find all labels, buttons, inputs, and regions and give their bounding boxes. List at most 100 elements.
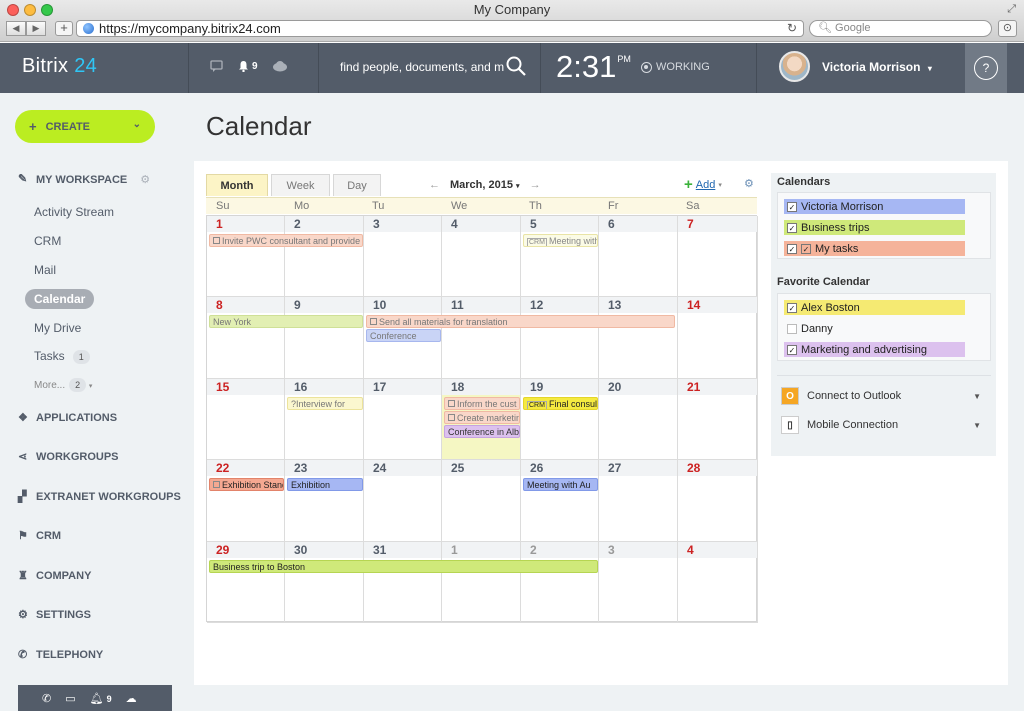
chat-icon[interactable]: ▭ — [65, 692, 75, 705]
calendar-event[interactable]: Exhibition Stand — [209, 478, 284, 491]
day-cell[interactable]: 16 — [285, 379, 364, 460]
fullscreen-icon[interactable]: ⤢ — [1007, 3, 1016, 16]
day-cell[interactable]: 31 — [364, 542, 442, 623]
day-cell[interactable]: 15 — [207, 379, 285, 460]
day-cell[interactable]: 3 — [599, 542, 678, 623]
day-cell[interactable]: 1 — [442, 542, 521, 623]
prev-month-arrow[interactable]: ← — [429, 179, 440, 191]
checkbox[interactable]: ✓ — [787, 201, 797, 212]
search-icon[interactable] — [505, 55, 527, 77]
day-cell[interactable]: 7 — [678, 216, 758, 297]
day-cell[interactable]: 22 — [207, 460, 285, 542]
work-status[interactable]: WORKING — [641, 61, 710, 73]
day-cell[interactable]: 14 — [678, 297, 758, 379]
sidebar-item-activity-stream[interactable]: Activity Stream — [34, 205, 114, 219]
day-cell[interactable]: 2 — [521, 542, 599, 623]
day-cell[interactable]: 11 — [442, 297, 521, 379]
connect-outlook-button[interactable]: O Connect to Outlook ▼ — [781, 387, 981, 405]
new-tab-button[interactable]: + — [55, 21, 73, 36]
day-cell[interactable]: 20 — [599, 379, 678, 460]
sidebar-section-workgroups[interactable]: ⋖ WORKGROUPS — [18, 451, 119, 463]
sidebar-section-settings[interactable]: ⚙ SETTINGS — [18, 609, 91, 621]
back-button[interactable]: ◀ — [6, 21, 26, 36]
day-cell[interactable]: 4 — [442, 216, 521, 297]
day-cell[interactable]: 9 — [285, 297, 364, 379]
favorite-item-alex-boston[interactable]: ✓ Alex Boston — [784, 300, 965, 315]
sidebar-section-extranet-workgroups[interactable]: ▞ EXTRANET WORKGROUPS — [18, 491, 181, 503]
calendar-event[interactable]: Meeting with Au — [523, 478, 598, 491]
sidebar-item-calendar[interactable]: Calendar — [25, 289, 95, 309]
sidebar-section-applications[interactable]: ❖ APPLICATIONS — [18, 412, 117, 424]
current-month[interactable]: March, 2015 ▾ — [450, 179, 520, 191]
day-cell[interactable]: 13 — [599, 297, 678, 379]
help-button[interactable]: ? — [965, 43, 1007, 93]
downloads-icon[interactable]: ⊙ — [998, 20, 1017, 37]
day-cell[interactable]: 27 — [599, 460, 678, 542]
cloud-icon[interactable]: ☁ — [126, 692, 137, 705]
day-cell[interactable]: 19 — [521, 379, 599, 460]
tab-day[interactable]: Day — [333, 174, 381, 196]
add-event-button[interactable]: + Add ▾ — [684, 176, 722, 193]
sidebar-section-crm[interactable]: ⚑ CRM — [18, 530, 61, 542]
phone-icon[interactable]: ✆ — [42, 692, 51, 705]
calendar-event[interactable]: Conference — [366, 329, 441, 342]
address-bar[interactable]: https://mycompany.bitrix24.com ↻ — [76, 20, 804, 37]
notifications-button[interactable]: 🔔︎ 9 — [90, 692, 112, 705]
calendar-item-business-trips[interactable]: ✓ Business trips — [784, 220, 965, 235]
mobile-connection-button[interactable]: ▯ Mobile Connection ▼ — [781, 416, 981, 434]
sidebar-item-my-drive[interactable]: My Drive — [34, 321, 81, 335]
calendar-event[interactable]: Exhibition — [287, 478, 363, 491]
clock[interactable]: 2:31PM — [556, 49, 631, 85]
sidebar-section-company[interactable]: ♜ COMPANY — [18, 570, 91, 582]
tab-week[interactable]: Week — [271, 174, 330, 196]
checkbox[interactable]: ✓ — [787, 344, 797, 355]
calendar-event[interactable]: Inform the cust — [444, 397, 520, 410]
day-cell[interactable]: 29 — [207, 542, 285, 623]
sidebar-item-mail[interactable]: Mail — [34, 263, 56, 277]
gear-icon[interactable]: ⚙ — [140, 173, 150, 186]
day-cell[interactable]: 24 — [364, 460, 442, 542]
sidebar-section-my-workspace[interactable]: ✎ MY WORKSPACE ⚙ — [18, 173, 150, 187]
favorite-item-danny[interactable]: Danny — [784, 321, 965, 336]
calendar-event[interactable]: Business trip to Boston — [209, 560, 598, 573]
favorite-item-marketing[interactable]: ✓ Marketing and advertising — [784, 342, 965, 357]
calendar-item-my-tasks[interactable]: ✓ ✓ My tasks — [784, 241, 965, 256]
next-month-arrow[interactable]: → — [530, 179, 541, 191]
calendar-event[interactable]: ?Interview for — [287, 397, 363, 410]
checkbox[interactable]: ✓ — [787, 222, 797, 233]
day-cell[interactable]: 3 — [364, 216, 442, 297]
forward-button[interactable]: ▶ — [26, 21, 46, 36]
calendar-event[interactable]: CRMFinal consultat — [523, 397, 598, 410]
cloud-icon[interactable] — [272, 60, 288, 72]
tab-month[interactable]: Month — [206, 174, 268, 196]
calendar-event[interactable]: Create marketin — [444, 411, 520, 424]
day-cell[interactable]: 4 — [678, 542, 758, 623]
day-cell[interactable]: 26 — [521, 460, 599, 542]
calendar-event[interactable]: Invite PWC consultant and provide — [209, 234, 363, 247]
messages-icon[interactable] — [210, 60, 224, 72]
create-button[interactable]: + CREATE ⌄ — [15, 110, 155, 143]
calendar-event[interactable]: CRMMeeting with J — [523, 234, 598, 247]
checkbox[interactable] — [787, 323, 797, 334]
day-cell[interactable]: 6 — [599, 216, 678, 297]
day-cell[interactable]: 2 — [285, 216, 364, 297]
logo[interactable]: Bitrix 24 — [22, 55, 97, 78]
calendar-event[interactable]: Send all materials for translation — [366, 315, 675, 328]
day-cell[interactable]: 12 — [521, 297, 599, 379]
day-cell[interactable]: 17 — [364, 379, 442, 460]
sidebar-item-more[interactable]: More... 2 ▾ — [34, 378, 92, 392]
reload-icon[interactable]: ↻ — [787, 21, 797, 36]
user-menu[interactable]: Victoria Morrison ▾ — [822, 60, 932, 74]
global-search-input[interactable]: find people, documents, and m — [340, 60, 504, 74]
day-cell[interactable]: 23 — [285, 460, 364, 542]
day-cell[interactable]: 30 — [285, 542, 364, 623]
calendar-event[interactable]: Conference in Alba — [444, 425, 520, 438]
avatar[interactable] — [779, 51, 810, 82]
day-cell[interactable]: 21 — [678, 379, 758, 460]
calendar-event[interactable]: New York — [209, 315, 363, 328]
gear-icon[interactable]: ⚙ — [744, 177, 754, 190]
calendar-item-victoria-morrison[interactable]: ✓ Victoria Morrison — [784, 199, 965, 214]
checkbox[interactable]: ✓ — [787, 302, 797, 313]
sidebar-section-telephony[interactable]: ✆ TELEPHONY — [18, 649, 103, 661]
browser-search-field[interactable]: 🔍︎ Google — [809, 20, 992, 37]
